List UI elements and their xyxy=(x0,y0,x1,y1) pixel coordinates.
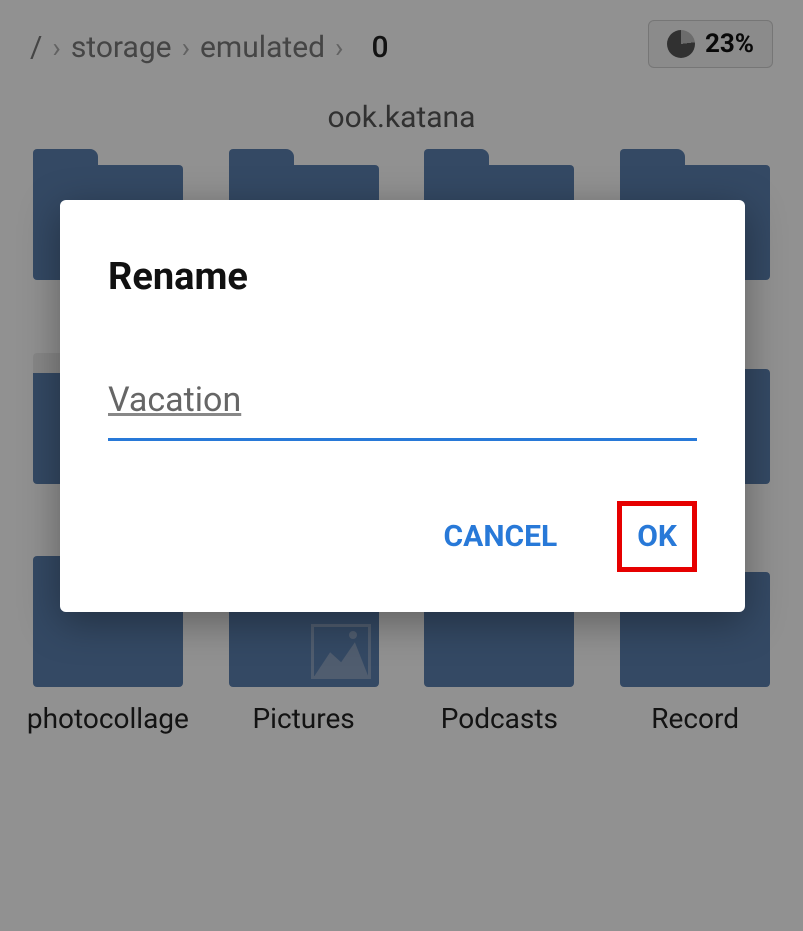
dialog-actions: CANCEL OK xyxy=(108,501,697,572)
ok-button[interactable]: OK xyxy=(617,501,697,572)
dialog-title: Rename xyxy=(108,255,697,299)
cancel-button[interactable]: CANCEL xyxy=(424,501,578,572)
rename-dialog: Rename CANCEL OK xyxy=(60,200,745,612)
rename-input[interactable] xyxy=(108,374,697,441)
